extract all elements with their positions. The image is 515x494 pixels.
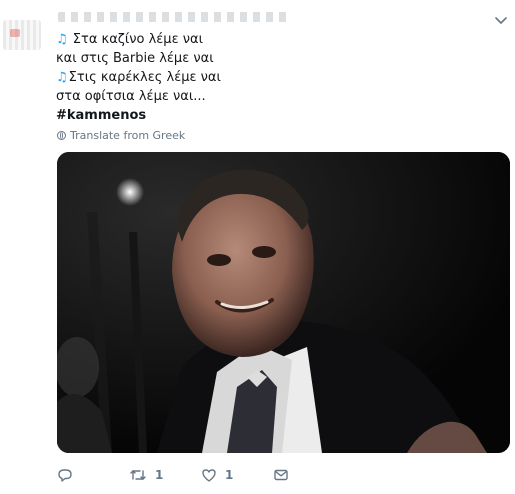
tweet-text-line: ♫Στις καρέκλες λέμε ναι bbox=[56, 68, 221, 87]
hashtag-link[interactable]: #kammenos bbox=[56, 108, 146, 123]
tweet-text-line-3: Στις καρέκλες λέμε ναι bbox=[68, 70, 221, 85]
tweet-text-line: ♫ Στα καζίνο λέμε ναι bbox=[56, 30, 221, 49]
photo-man-in-suit-icon bbox=[57, 152, 510, 453]
envelope-icon bbox=[274, 469, 288, 481]
chevron-down-icon[interactable] bbox=[494, 14, 508, 28]
tweet-card: ♫ Στα καζίνο λέμε ναι και στις Barbie λέ… bbox=[0, 0, 515, 494]
tweet-text-line: και στις Barbie λέμε ναι bbox=[56, 49, 221, 68]
like-button[interactable]: 1 bbox=[201, 467, 233, 483]
like-count: 1 bbox=[225, 468, 234, 482]
tweet-text-line: στα οφίτσια λέμε ναι... bbox=[56, 87, 221, 106]
globe-icon bbox=[57, 131, 66, 140]
reply-icon bbox=[58, 469, 72, 482]
tweet-text-line-4: στα οφίτσια λέμε ναι... bbox=[56, 89, 206, 104]
retweet-count: 1 bbox=[155, 468, 164, 482]
tweet-photo[interactable] bbox=[57, 152, 510, 453]
translate-label: Translate from Greek bbox=[70, 129, 186, 142]
tweet-text-line-2: και στις Barbie λέμε ναι bbox=[56, 51, 214, 66]
tweet-header-obscured bbox=[58, 12, 288, 22]
retweet-button[interactable]: 1 bbox=[129, 467, 163, 483]
musical-notes-icon: ♫ bbox=[56, 70, 68, 85]
tweet-text: ♫ Στα καζίνο λέμε ναι και στις Barbie λέ… bbox=[56, 30, 221, 125]
musical-notes-icon: ♫ bbox=[56, 32, 68, 47]
heart-icon bbox=[202, 469, 216, 482]
translate-link[interactable]: Translate from Greek bbox=[57, 129, 185, 142]
avatar-mark bbox=[10, 29, 20, 37]
tweet-text-line-1: Στα καζίνο λέμε ναι bbox=[72, 32, 203, 47]
retweet-icon bbox=[130, 470, 146, 480]
avatar[interactable] bbox=[3, 20, 41, 50]
tweet-actions: 1 1 bbox=[57, 467, 497, 487]
direct-message-button[interactable] bbox=[273, 467, 289, 483]
tweet-text-line: #kammenos bbox=[56, 106, 221, 125]
reply-button[interactable] bbox=[57, 467, 73, 483]
